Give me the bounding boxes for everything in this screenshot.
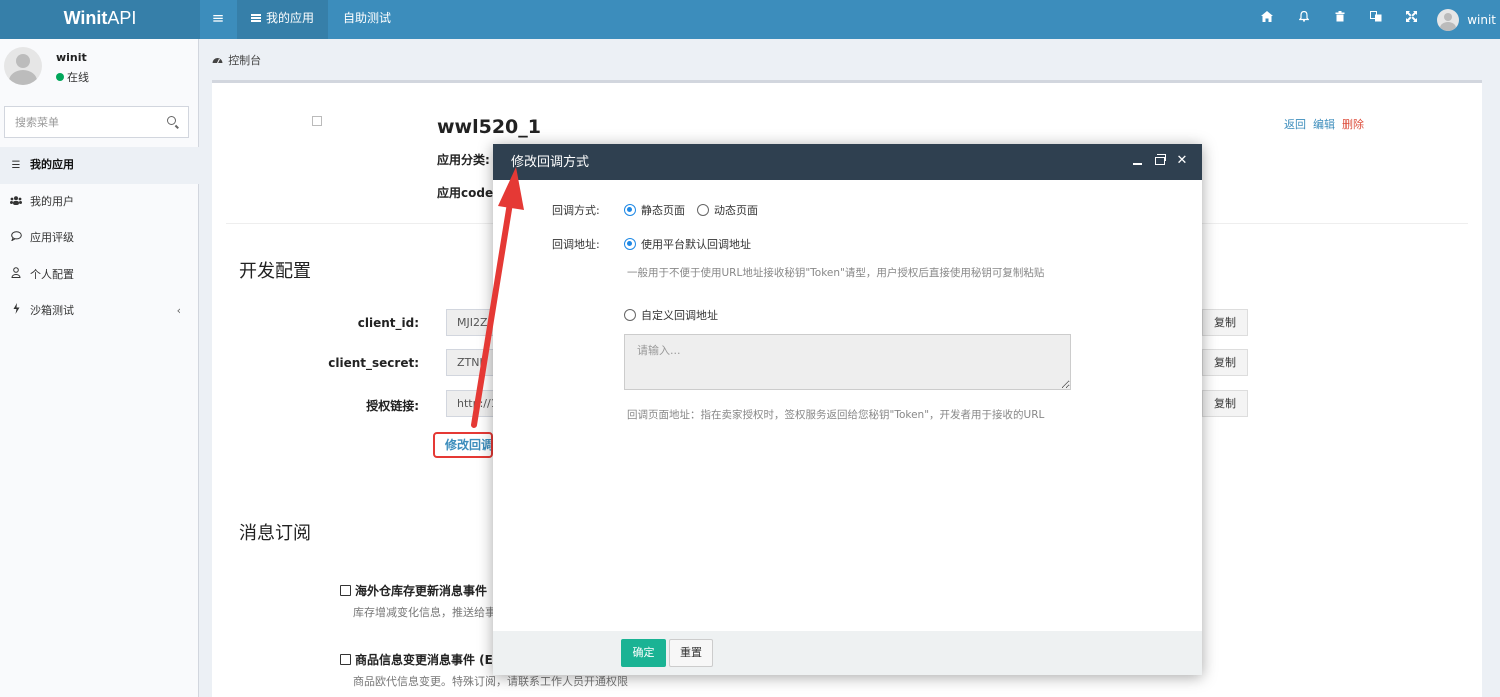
users-icon <box>10 185 22 221</box>
sidebar-item-my-apps[interactable]: ☰ 我的应用 <box>0 147 199 184</box>
radio-checked-icon[interactable] <box>624 204 636 216</box>
nav-self-test[interactable]: 自助测试 <box>329 0 405 39</box>
default-callback-hint: 一般用于不便于使用URL地址接收秘钥"Token"请型，用户授权后直接使用秘钥可… <box>627 267 1045 279</box>
radio-label: 使用平台默认回调地址 <box>641 238 751 251</box>
subscription-item-inventory[interactable]: 海外仓库存更新消息事件 <box>340 582 493 599</box>
online-status-label: 在线 <box>67 71 89 84</box>
sidebar-user-panel: winit 在线 <box>0 39 199 99</box>
trash-icon[interactable] <box>1329 0 1351 39</box>
reset-button[interactable]: 重置 <box>669 639 713 667</box>
checkbox-icon[interactable] <box>340 654 351 665</box>
callback-method-label: 回调方式: <box>552 204 600 217</box>
language-icon[interactable] <box>1365 0 1387 39</box>
subscription-item-label: 商品信息变更消息事件 (E <box>355 653 493 667</box>
sidebar-menu: ☰ 我的应用 我的用户 应用评级 个人配置 沙箱测试 ‹ <box>0 147 199 330</box>
top-navbar: WinitAPI ≡ 我的应用 自助测试 winit <box>0 0 1500 39</box>
radio-default-callback[interactable]: 使用平台默认回调地址 <box>624 236 751 252</box>
nav-my-apps-label: 我的应用 <box>266 11 315 25</box>
sidebar-item-label: 我的用户 <box>30 194 74 208</box>
sidebar-item-app-rating[interactable]: 应用评级 <box>0 220 199 257</box>
sidebar-item-label: 我的应用 <box>30 158 74 171</box>
delete-link[interactable]: 删除 <box>1342 118 1364 131</box>
sidebar-item-label: 个人配置 <box>30 267 74 281</box>
radio-label: 动态页面 <box>714 204 758 217</box>
modal-header: 修改回调方式 ✕ <box>493 144 1202 180</box>
topbar-user-name: winit <box>1467 12 1496 27</box>
sidebar-item-my-users[interactable]: 我的用户 <box>0 184 199 221</box>
dev-config-title: 开发配置 <box>239 261 311 282</box>
sidebar-toggle-icon[interactable]: ≡ <box>205 0 231 39</box>
nav-self-test-label: 自助测试 <box>343 11 392 25</box>
radio-custom-callback[interactable]: 自定义回调地址 <box>624 307 718 323</box>
nav-my-apps[interactable]: 我的应用 <box>237 0 329 39</box>
custom-callback-textarea[interactable] <box>624 334 1071 390</box>
minimize-icon[interactable] <box>1133 163 1142 165</box>
auth-link-label: 授权链接: <box>366 399 419 413</box>
sidebar-item-label: 应用评级 <box>30 231 74 244</box>
copy-auth-link-button[interactable]: 复制 <box>1202 390 1248 417</box>
subscription-item-desc: 商品欧代信息变更。特殊订阅，请联系工作人员开通权限 <box>353 675 628 688</box>
modal-footer: 确定 重置 <box>493 631 1202 675</box>
app-category-label: 应用分类: <box>437 153 490 167</box>
search-input[interactable] <box>5 107 155 137</box>
search-icon[interactable] <box>167 116 176 125</box>
avatar <box>4 47 42 85</box>
bell-icon[interactable] <box>1293 0 1315 39</box>
custom-callback-hint: 回调页面地址：指在卖家授权时，签权服务返回给您秘钥"Token"，开发者用于接收… <box>627 409 1045 421</box>
logo-bold: Winit <box>63 8 108 28</box>
radio-unchecked-icon[interactable] <box>624 309 636 321</box>
comment-icon <box>10 221 22 257</box>
edit-callback-link[interactable]: 修改回调 <box>433 432 493 458</box>
edit-callback-modal: 修改回调方式 ✕ 回调方式: 静态页面 动态页面 回调地址: 使用平台默认回调地… <box>493 144 1202 675</box>
user-icon <box>10 258 22 294</box>
sidebar-user-name: winit <box>56 51 87 64</box>
checkbox-icon[interactable] <box>340 585 351 596</box>
sidebar-item-sandbox-test[interactable]: 沙箱测试 ‹ <box>0 293 199 330</box>
sidebar: winit 在线 ☰ 我的应用 我的用户 应用评级 个人配置 <box>0 39 199 697</box>
radio-label: 自定义回调地址 <box>641 309 718 322</box>
radio-static-page[interactable]: 静态页面 <box>624 202 685 218</box>
app-icon-placeholder <box>312 116 322 126</box>
maximize-icon[interactable] <box>1155 154 1166 165</box>
chevron-left-icon: ‹ <box>176 304 181 317</box>
confirm-button[interactable]: 确定 <box>621 639 666 667</box>
radio-unchecked-icon[interactable] <box>697 204 709 216</box>
client-id-label: client_id: <box>357 316 419 330</box>
radio-dynamic-page[interactable]: 动态页面 <box>697 202 758 218</box>
avatar <box>1437 8 1460 31</box>
sidebar-search <box>4 106 189 138</box>
bolt-icon <box>10 294 22 330</box>
callback-url-label: 回调地址: <box>552 238 600 251</box>
breadcrumb: 控制台 <box>212 52 261 68</box>
fullscreen-icon[interactable] <box>1400 0 1422 39</box>
sidebar-item-personal-config[interactable]: 个人配置 <box>0 257 199 294</box>
edit-link[interactable]: 编辑 <box>1313 118 1335 131</box>
list-icon: ☰ <box>11 160 21 171</box>
client-secret-label: client_secret: <box>328 356 419 370</box>
subscription-item-label: 海外仓库存更新消息事件 <box>355 584 488 598</box>
home-icon[interactable] <box>1256 0 1278 39</box>
online-dot-icon <box>56 73 64 81</box>
logo[interactable]: WinitAPI <box>0 0 200 39</box>
breadcrumb-label[interactable]: 控制台 <box>228 54 261 67</box>
app-title: wwl520_1 <box>437 116 541 138</box>
logo-light: API <box>107 8 137 28</box>
radio-checked-icon[interactable] <box>624 238 636 250</box>
back-link[interactable]: 返回 <box>1284 118 1306 131</box>
user-menu[interactable]: winit <box>1437 0 1496 39</box>
list-icon <box>251 14 261 22</box>
online-status: 在线 <box>56 69 89 85</box>
app-actions: 返回 编辑 删除 <box>1284 116 1371 132</box>
message-subscription-title: 消息订阅 <box>239 523 311 544</box>
app-code-label: 应用code <box>437 186 494 200</box>
dashboard-icon <box>212 56 226 67</box>
modal-title: 修改回调方式 <box>511 155 590 170</box>
close-icon[interactable]: ✕ <box>1175 144 1189 178</box>
sidebar-item-label: 沙箱测试 <box>30 304 74 317</box>
copy-client-id-button[interactable]: 复制 <box>1202 309 1248 336</box>
radio-label: 静态页面 <box>641 204 685 217</box>
subscription-item-product[interactable]: 商品信息变更消息事件 (E <box>340 651 493 668</box>
copy-client-secret-button[interactable]: 复制 <box>1202 349 1248 376</box>
subscription-item-desc: 库存增减变化信息，推送给事件 <box>353 606 493 619</box>
